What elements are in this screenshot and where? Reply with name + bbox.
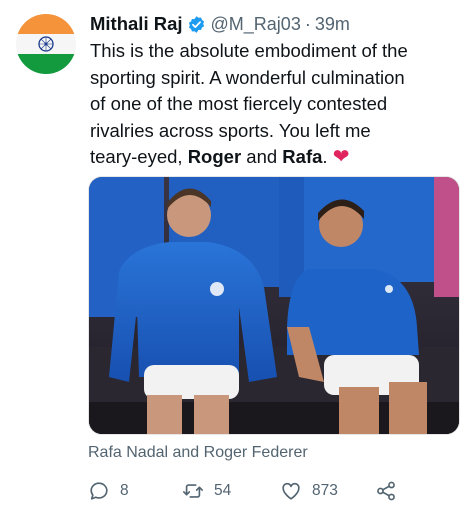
text-line: sporting spirit. A wonderful culmination [90,66,405,88]
red-heart-emoji: ❤ [332,146,350,168]
like-count: 873 [312,482,338,499]
retweet-button[interactable]: 54 [182,474,231,508]
retweet-count: 54 [214,482,232,499]
author-name[interactable]: Mithali Raj [90,13,183,35]
like-heart-icon [282,482,300,500]
tweet-header: Mithali Raj @M_Raj03 · 39m [90,11,464,37]
india-flag-icon [16,14,76,74]
reply-icon [90,482,108,500]
tweet-action-bar: 8 54 873 [88,474,468,508]
like-button[interactable]: 873 [280,474,338,508]
separator-dot: · [304,13,311,34]
verified-badge-icon [187,15,206,34]
timestamp[interactable]: 39m [315,14,350,35]
text-line: rivalries across sports. You left me [90,119,371,141]
tweet-photo[interactable] [88,176,460,435]
text-line: teary-eyed, [90,146,183,167]
text-line-last: teary-eyed, Roger and Rafa. ❤ [90,144,468,171]
share-button[interactable] [375,474,397,508]
text-line: of one of the most fiercely contested [90,93,388,114]
reply-count: 8 [120,482,129,499]
author-handle[interactable]: @M_Raj03 [211,14,301,35]
avatar[interactable] [16,14,76,74]
share-icon [377,481,395,501]
media-caption: Rafa Nadal and Roger Federer [88,444,308,461]
period: . [322,146,328,167]
and-word: and [246,146,278,167]
retweet-icon [183,484,203,498]
bold-name-roger: Roger [187,146,242,167]
bold-name-rafa: Rafa [282,146,323,167]
reply-button[interactable]: 8 [88,474,129,508]
photo-illustration [89,177,459,434]
tweet-text: This is the absolute embodiment of the s… [90,38,468,171]
text-line: This is the absolute embodiment of the [90,40,408,61]
